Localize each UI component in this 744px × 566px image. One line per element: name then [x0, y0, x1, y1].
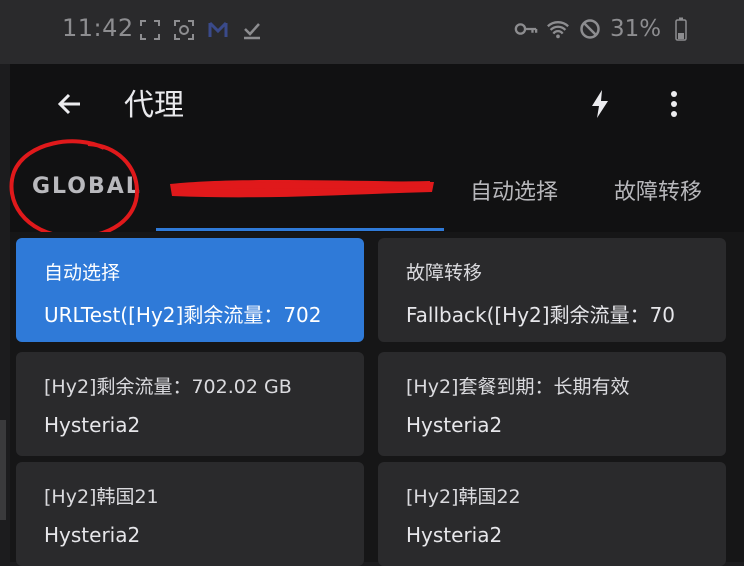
- proxy-card[interactable]: [Hy2]韩国21 Hysteria2: [16, 462, 364, 566]
- mail-icon: [206, 18, 230, 42]
- tab-indicator: [156, 228, 444, 231]
- proxy-card[interactable]: [Hy2]套餐到期：长期有效 Hysteria2: [378, 352, 726, 456]
- status-bar: 11:42 31%: [0, 0, 744, 64]
- test-latency-button[interactable]: [578, 82, 622, 126]
- proxy-name: [Hy2]韩国22: [406, 486, 521, 508]
- more-vert-icon: [671, 91, 677, 117]
- proxy-type: Hysteria2: [44, 523, 141, 547]
- redaction-scribble: [170, 180, 434, 198]
- proxy-name: [Hy2]韩国21: [44, 486, 159, 508]
- flash-icon: [592, 90, 608, 118]
- tab-auto-select[interactable]: 自动选择: [470, 174, 558, 206]
- proxy-type: URLTest([Hy2]剩余流量：702: [44, 303, 322, 327]
- arrow-left-icon: [57, 93, 80, 115]
- proxy-name: 自动选择: [44, 262, 121, 284]
- proxy-list: 自动选择 URLTest([Hy2]剩余流量：702 故障转移 Fallback…: [10, 232, 744, 566]
- back-button[interactable]: [50, 84, 90, 124]
- check-download-icon: [240, 18, 264, 42]
- proxy-type: Hysteria2: [44, 413, 141, 437]
- key-icon: [514, 17, 538, 41]
- status-icons-right: 31%: [514, 16, 693, 42]
- page-title: 代理: [124, 88, 184, 123]
- expand-icon: [138, 18, 162, 42]
- proxy-card[interactable]: 故障转移 Fallback([Hy2]剩余流量：70: [378, 238, 726, 342]
- scan-icon: [172, 18, 196, 42]
- proxy-type: Hysteria2: [406, 413, 503, 437]
- proxy-name: [Hy2]套餐到期：长期有效: [406, 376, 630, 398]
- wifi-icon: [546, 17, 570, 41]
- battery-icon: [669, 17, 693, 41]
- annotation-circle: [9, 139, 140, 240]
- edge-handle: [0, 420, 6, 520]
- tab-fallback[interactable]: 故障转移: [614, 174, 702, 206]
- status-icons-left: [138, 18, 264, 42]
- proxy-card[interactable]: [Hy2]剩余流量：702.02 GB Hysteria2: [16, 352, 364, 456]
- status-time: 11:42: [62, 14, 134, 42]
- proxy-name: [Hy2]剩余流量：702.02 GB: [44, 376, 292, 398]
- more-options-button[interactable]: [652, 82, 696, 126]
- do-not-disturb-icon: [578, 17, 602, 41]
- battery-percent: 31%: [610, 16, 662, 42]
- proxy-card[interactable]: [Hy2]韩国22 Hysteria2: [378, 462, 726, 566]
- proxy-type: Hysteria2: [406, 523, 503, 547]
- proxy-card-selected[interactable]: 自动选择 URLTest([Hy2]剩余流量：702: [16, 238, 364, 342]
- proxy-type: Fallback([Hy2]剩余流量：70: [406, 303, 676, 327]
- proxy-name: 故障转移: [406, 262, 483, 284]
